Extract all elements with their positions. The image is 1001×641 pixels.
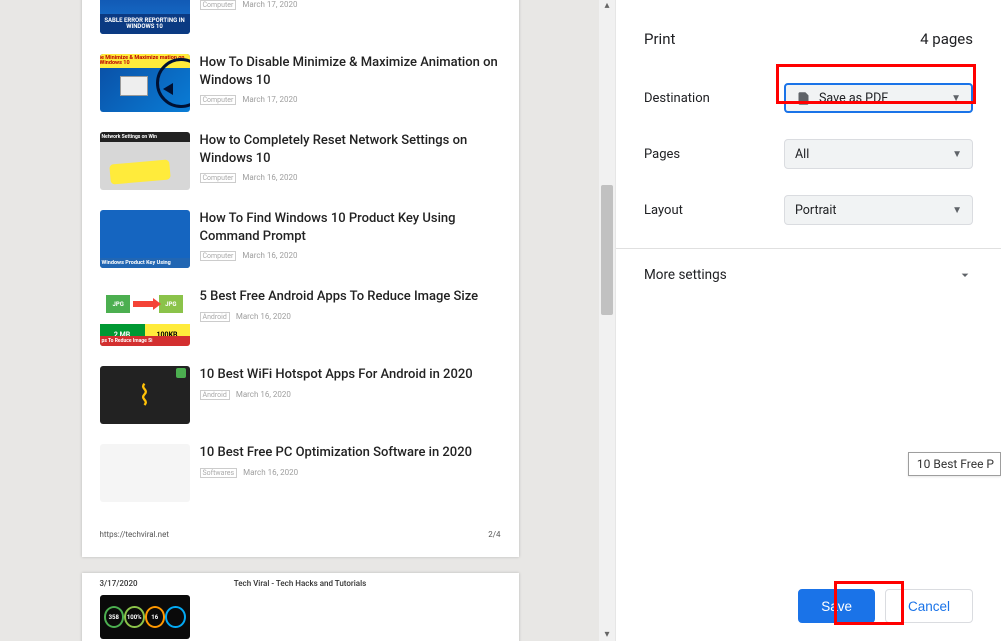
- article-meta: Computer March 16, 2020: [200, 251, 501, 261]
- save-button[interactable]: Save: [798, 589, 875, 623]
- article-meta: Computer March 16, 2020: [200, 173, 501, 183]
- article-thumbnail: JPG JPG 2 MB 100KB ps To Reduce Image Si: [100, 288, 190, 346]
- print-settings-panel: Print 4 pages Destination Save as PDF ▼: [615, 0, 1001, 641]
- article-title: How to Completely Reset Network Settings…: [200, 132, 501, 167]
- article-thumbnail: le Minimize & Maximize mation on Windows…: [100, 54, 190, 112]
- file-icon: [796, 91, 811, 106]
- preview-page: SABLE ERROR REPORTING IN WINDOWS 10 How …: [82, 0, 519, 557]
- layout-select[interactable]: Portrait ▼: [784, 195, 973, 225]
- chevron-down-icon: ▼: [951, 93, 961, 104]
- article-thumbnail: SABLE ERROR REPORTING IN WINDOWS 10: [100, 0, 190, 34]
- print-title: Print: [644, 30, 675, 48]
- tooltip: 10 Best Free P: [908, 452, 1001, 476]
- page-footer: https://techviral.net 2/4: [100, 530, 501, 539]
- scroll-down-arrow[interactable]: ▾: [599, 629, 615, 641]
- page-count: 4 pages: [920, 30, 973, 48]
- article-thumbnail: [100, 444, 190, 502]
- chevron-down-icon: [957, 267, 973, 283]
- article-title: How To Find Windows 10 Product Key Using…: [200, 210, 501, 245]
- scroll-up-arrow[interactable]: ▴: [599, 0, 615, 12]
- article-thumbnail: 358 100% 16: [100, 595, 190, 639]
- cancel-button[interactable]: Cancel: [885, 589, 973, 623]
- layout-label: Layout: [644, 203, 784, 218]
- article-thumbnail: Windows Product Key Using: [100, 210, 190, 268]
- article-meta: Android March 16, 2020: [200, 390, 501, 400]
- article-meta: Android March 16, 2020: [200, 312, 501, 322]
- article-meta: Computer March 17, 2020: [200, 95, 501, 105]
- article-meta: Computer March 17, 2020: [200, 0, 501, 10]
- article-thumbnail: Network Settings on Win: [100, 132, 190, 190]
- pages-select[interactable]: All ▼: [784, 139, 973, 169]
- article-title: 10 Best Free PC Optimization Software in…: [200, 444, 501, 462]
- chevron-down-icon: ▼: [952, 149, 962, 160]
- article-title: 10 Best WiFi Hotspot Apps For Android in…: [200, 366, 501, 384]
- article-meta: Softwares March 16, 2020: [200, 468, 501, 478]
- scroll-thumb[interactable]: [601, 185, 613, 315]
- article-title: How To Disable Minimize & Maximize Anima…: [200, 54, 501, 89]
- destination-label: Destination: [644, 91, 784, 106]
- article-thumbnail: ⌇: [100, 366, 190, 424]
- preview-page: 3/17/2020 Tech Viral - Tech Hacks and Tu…: [82, 573, 519, 641]
- chevron-down-icon: ▼: [952, 205, 962, 216]
- more-settings-toggle[interactable]: More settings: [616, 249, 1001, 301]
- wifi-icon: ⌇: [138, 379, 152, 412]
- destination-select[interactable]: Save as PDF ▼: [784, 83, 973, 113]
- pages-label: Pages: [644, 147, 784, 162]
- preview-scrollbar[interactable]: ▴ ▾: [599, 0, 615, 641]
- article-title: 5 Best Free Android Apps To Reduce Image…: [200, 288, 501, 306]
- preview-area[interactable]: SABLE ERROR REPORTING IN WINDOWS 10 How …: [0, 0, 615, 641]
